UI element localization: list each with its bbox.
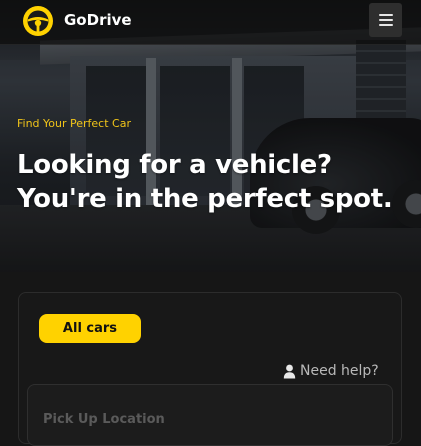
hero-eyebrow: Find Your Perfect Car [17, 117, 131, 130]
hamburger-menu-icon [378, 24, 393, 26]
top-navbar: GoDrive [0, 0, 421, 45]
hero-headline-line: Looking for a vehicle? [17, 150, 332, 180]
hamburger-menu-icon [378, 19, 393, 21]
need-help-link[interactable]: Need help? [283, 363, 379, 379]
hamburger-menu-icon [378, 14, 393, 16]
pickup-location-label: Pick Up Location [43, 412, 165, 427]
steering-wheel-icon[interactable] [21, 4, 55, 38]
menu-button[interactable] [369, 3, 402, 37]
user-icon [283, 364, 296, 378]
brand-name[interactable]: GoDrive [64, 11, 132, 29]
all-cars-tab[interactable]: All cars [39, 314, 141, 343]
hero-headline: Looking for a vehicle? You're in the per… [17, 148, 417, 216]
need-help-label: Need help? [300, 363, 379, 379]
hero-headline-line: You're in the perfect spot. [17, 184, 393, 214]
